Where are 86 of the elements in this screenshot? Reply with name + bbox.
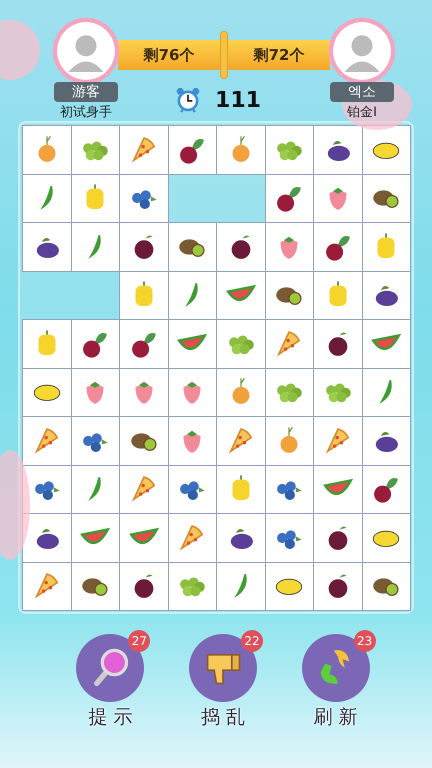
tile[interactable] (168, 416, 217, 466)
tile[interactable] (70, 464, 120, 514)
tile[interactable] (362, 125, 411, 174)
tile[interactable] (264, 416, 314, 466)
tile[interactable] (70, 319, 120, 368)
tile[interactable] (22, 562, 72, 611)
tile[interactable] (313, 319, 362, 368)
tile[interactable] (216, 270, 266, 320)
timer-value: 111 (215, 88, 261, 112)
tile[interactable] (264, 562, 314, 611)
tile[interactable] (119, 125, 168, 174)
tile[interactable] (264, 513, 314, 562)
tile[interactable] (313, 270, 362, 320)
tile[interactable] (216, 513, 266, 562)
count-badge: 27 (128, 630, 150, 652)
tile[interactable] (313, 368, 362, 417)
tile[interactable] (119, 222, 168, 272)
tile[interactable] (362, 270, 411, 320)
tile[interactable] (264, 222, 314, 272)
tile[interactable] (168, 319, 217, 368)
tile[interactable] (313, 174, 362, 223)
tile[interactable] (22, 416, 72, 466)
tile[interactable] (119, 270, 168, 320)
tile[interactable] (22, 125, 72, 174)
player-rank: 初试身手 (60, 104, 112, 121)
tile[interactable] (313, 416, 362, 466)
alarm-clock-icon (175, 86, 202, 114)
tile[interactable] (362, 562, 411, 611)
player-name: 엑소 (330, 82, 394, 102)
remaining-count: 剩72个 (228, 40, 330, 70)
tile[interactable] (22, 174, 72, 223)
tile[interactable] (70, 125, 120, 174)
tile[interactable] (119, 319, 168, 368)
tile[interactable] (362, 368, 411, 417)
tile[interactable] (168, 513, 217, 562)
player-rank: 铂金I (347, 104, 377, 121)
bar-divider (220, 31, 228, 79)
tile[interactable] (264, 368, 314, 417)
tile[interactable] (22, 222, 72, 272)
tile[interactable] (313, 562, 362, 611)
tile[interactable] (264, 125, 314, 174)
tile[interactable] (168, 270, 217, 320)
tile[interactable] (362, 513, 411, 562)
tile[interactable] (362, 319, 411, 368)
tile[interactable] (168, 222, 217, 272)
tile[interactable] (22, 319, 72, 368)
tile[interactable] (264, 174, 314, 223)
tile[interactable] (119, 562, 168, 611)
tile[interactable] (264, 319, 314, 368)
tile[interactable] (216, 319, 266, 368)
tile[interactable] (119, 416, 168, 466)
tile[interactable] (216, 562, 266, 611)
tile[interactable] (119, 174, 168, 223)
tile[interactable] (313, 125, 362, 174)
tile[interactable] (168, 562, 217, 611)
tile[interactable] (313, 222, 362, 272)
tile[interactable] (70, 174, 120, 223)
tile[interactable] (119, 368, 168, 417)
tile[interactable] (168, 125, 217, 174)
tile[interactable] (264, 270, 314, 320)
count-badge: 23 (354, 630, 376, 652)
tile[interactable] (216, 222, 266, 272)
tile[interactable] (216, 416, 266, 466)
tile[interactable] (119, 513, 168, 562)
tile[interactable] (216, 368, 266, 417)
tile[interactable] (70, 222, 120, 272)
tile[interactable] (70, 562, 120, 611)
tile[interactable] (362, 464, 411, 514)
tile[interactable] (264, 464, 314, 514)
tile[interactable] (70, 416, 120, 466)
tile[interactable] (70, 368, 120, 417)
tile[interactable] (313, 464, 362, 514)
tile[interactable] (119, 464, 168, 514)
tile[interactable] (216, 464, 266, 514)
tile[interactable] (362, 222, 411, 272)
tile[interactable] (70, 513, 120, 562)
remaining-count: 剩76个 (118, 40, 220, 70)
tile[interactable] (216, 125, 266, 174)
player-name: 游客 (54, 82, 118, 102)
tile[interactable] (168, 368, 217, 417)
count-badge: 22 (240, 630, 263, 652)
tile[interactable] (313, 513, 362, 562)
tile[interactable] (362, 416, 411, 466)
tile[interactable] (362, 174, 411, 223)
tile[interactable] (22, 368, 72, 417)
tile[interactable] (168, 464, 217, 514)
